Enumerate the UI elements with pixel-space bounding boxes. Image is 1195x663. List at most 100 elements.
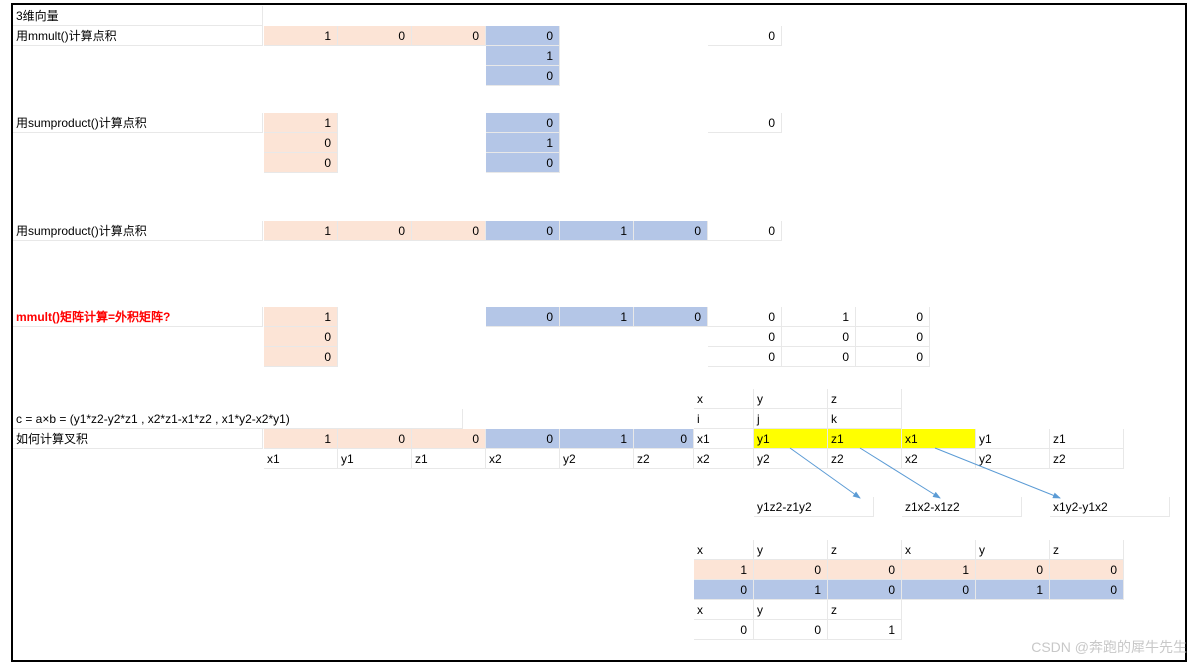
cell: 1 — [902, 560, 976, 580]
lbl-z: z — [828, 600, 902, 620]
lbl-x2c: x2 — [902, 449, 976, 469]
cross-label: 如何计算叉积 — [13, 429, 263, 449]
det3: x1y2-y1x2 — [1050, 497, 1170, 517]
mmult-label: 用mmult()计算点积 — [13, 26, 263, 46]
cell: 1 — [264, 113, 338, 133]
lbl-y: y — [754, 540, 828, 560]
lbl-x: x — [694, 389, 754, 409]
lbl-x2: x2 — [486, 449, 560, 469]
cell: 0 — [1050, 560, 1124, 580]
cell: 0 — [782, 327, 856, 347]
cell: 1 — [264, 26, 338, 46]
lbl-x: x — [902, 540, 976, 560]
lbl-x2b: x2 — [694, 449, 754, 469]
lbl-z1: z1 — [828, 429, 902, 449]
lbl-z: z — [1050, 540, 1124, 560]
cell: 0 — [754, 620, 828, 640]
cell: 0 — [708, 327, 782, 347]
formula: c = a×b = (y1*z2-y2*z1 , x2*z1-x1*z2 , x… — [13, 409, 463, 429]
cell: 1 — [694, 560, 754, 580]
lbl-z: z — [828, 389, 902, 409]
lbl-z1b: z1 — [1050, 429, 1124, 449]
lbl-y1b: y1 — [976, 429, 1050, 449]
cell: 0 — [264, 327, 338, 347]
cell: 0 — [708, 347, 782, 367]
cell: 0 — [486, 113, 560, 133]
lbl-x: x — [694, 540, 754, 560]
lbl-z2c: z2 — [1050, 449, 1124, 469]
cell: 1 — [264, 429, 338, 449]
lbl-y: y — [976, 540, 1050, 560]
lbl-y2c: y2 — [976, 449, 1050, 469]
lbl-x: x — [694, 600, 754, 620]
cell: 1 — [560, 221, 634, 241]
lbl-y2b: y2 — [754, 449, 828, 469]
det1: y1z2-z1y2 — [754, 497, 874, 517]
cell: 0 — [694, 580, 754, 600]
cell: 0 — [338, 26, 412, 46]
cell: 1 — [560, 429, 634, 449]
cell: 0 — [486, 221, 560, 241]
lbl-y: y — [754, 389, 828, 409]
cell: 0 — [264, 153, 338, 173]
cell: 0 — [856, 307, 930, 327]
cell: 0 — [856, 327, 930, 347]
lbl-z: z — [828, 540, 902, 560]
lbl-y1c: y1 — [338, 449, 412, 469]
det2: z1x2-x1z2 — [902, 497, 1022, 517]
cell: 0 — [412, 221, 486, 241]
cell: 1 — [486, 46, 560, 66]
cell: 0 — [486, 429, 560, 449]
lbl-z1c: z1 — [412, 449, 486, 469]
cell: 1 — [976, 580, 1050, 600]
sumprod2-label: 用sumproduct()计算点积 — [13, 221, 263, 241]
cell: 0 — [1050, 580, 1124, 600]
cell: 0 — [754, 560, 828, 580]
cell: 1 — [828, 620, 902, 640]
lbl-i: i — [694, 409, 754, 429]
cell: 0 — [634, 429, 694, 449]
lbl-x1b: x1 — [902, 429, 976, 449]
cell: 0 — [412, 26, 486, 46]
lbl-k: k — [828, 409, 902, 429]
lbl-y1: y1 — [754, 429, 828, 449]
lbl-y: y — [754, 600, 828, 620]
cell: 0 — [634, 221, 708, 241]
sumprod1-label: 用sumproduct()计算点积 — [13, 113, 263, 133]
result: 0 — [708, 113, 782, 133]
cell: 1 — [560, 307, 634, 327]
cell: 0 — [902, 580, 976, 600]
cell: 0 — [338, 221, 412, 241]
cell: 0 — [486, 66, 560, 86]
cell: 0 — [694, 620, 754, 640]
cell: 0 — [264, 347, 338, 367]
lbl-y2: y2 — [560, 449, 634, 469]
watermark: CSDN @奔跑的犀牛先生 — [1031, 637, 1187, 657]
cell: 1 — [264, 307, 338, 327]
result: 0 — [708, 221, 782, 241]
lbl-x1: x1 — [694, 429, 754, 449]
lbl-z2: z2 — [634, 449, 694, 469]
result: 0 — [708, 26, 782, 46]
cell: 0 — [856, 347, 930, 367]
cell: 0 — [828, 560, 902, 580]
cell: 0 — [486, 26, 560, 46]
cell: 0 — [782, 347, 856, 367]
cell: 0 — [634, 307, 708, 327]
lbl-x1c: x1 — [264, 449, 338, 469]
cell: 1 — [486, 133, 560, 153]
cell: 0 — [264, 133, 338, 153]
cell: 0 — [486, 153, 560, 173]
cell: 0 — [412, 429, 486, 449]
lbl-z2b: z2 — [828, 449, 902, 469]
cell: 0 — [828, 580, 902, 600]
cell: 1 — [754, 580, 828, 600]
lbl-j: j — [754, 409, 828, 429]
title: 3维向量 — [13, 6, 263, 26]
cell: 1 — [782, 307, 856, 327]
cell: 0 — [976, 560, 1050, 580]
cell: 0 — [486, 307, 560, 327]
cell: 0 — [708, 307, 782, 327]
outer-label: mmult()矩阵计算=外积矩阵? — [13, 307, 263, 327]
cell: 0 — [338, 429, 412, 449]
